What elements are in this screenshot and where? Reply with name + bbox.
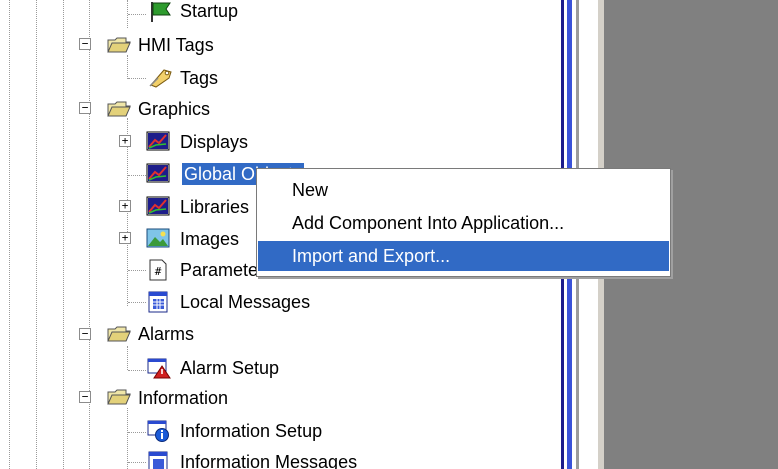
tree-connector (128, 78, 146, 79)
messages-icon (146, 451, 172, 469)
tree-item-information-setup[interactable]: Information Setup (180, 420, 322, 442)
folder-icon (106, 386, 132, 408)
tree-guide-line (127, 55, 128, 79)
startup-flag-icon (148, 0, 174, 22)
image-icon (146, 227, 172, 249)
folder-icon (106, 98, 132, 120)
info-icon (146, 420, 172, 442)
tree-connector (128, 14, 146, 15)
tree-guide-line (127, 408, 128, 469)
folder-icon (106, 34, 132, 56)
expand-images-toggle[interactable]: + (119, 232, 131, 244)
tree-item-startup[interactable]: Startup (180, 0, 238, 22)
menu-item-add-component[interactable]: Add Component Into Application... (258, 208, 669, 238)
tree-item-libraries[interactable]: Libraries (180, 196, 249, 218)
display-icon (146, 195, 172, 217)
display-icon (146, 130, 172, 152)
tree-item-images[interactable]: Images (180, 228, 239, 250)
tree-connector (128, 370, 146, 371)
tag-icon (148, 66, 174, 88)
display-icon (146, 162, 172, 184)
tree-item-hmi-tags[interactable]: HMI Tags (138, 34, 214, 56)
tree-item-information-messages[interactable]: Information Messages (180, 451, 357, 469)
parameter-icon: # (146, 259, 172, 281)
tree-connector (128, 270, 146, 271)
tree-guide-line (63, 0, 64, 469)
tree-item-graphics[interactable]: Graphics (138, 98, 210, 120)
tree-connector (128, 432, 146, 433)
context-menu: New Add Component Into Application... Im… (256, 168, 671, 277)
folder-icon (106, 323, 132, 345)
tree-guide-line (127, 346, 128, 370)
tree-connector (128, 175, 146, 176)
tree-item-local-messages[interactable]: Local Messages (180, 291, 310, 313)
collapse-alarms-toggle[interactable]: − (79, 328, 91, 340)
expand-displays-toggle[interactable]: + (119, 135, 131, 147)
tree-item-alarms[interactable]: Alarms (138, 323, 194, 345)
collapse-hmi-tags-toggle[interactable]: − (79, 38, 91, 50)
menu-item-import-export[interactable]: Import and Export... (258, 241, 669, 271)
collapse-information-toggle[interactable]: − (79, 391, 91, 403)
tree-guide-line (36, 0, 37, 469)
tree-item-tags[interactable]: Tags (180, 67, 218, 89)
tree-item-alarm-setup[interactable]: Alarm Setup (180, 357, 279, 379)
tree-item-displays[interactable]: Displays (180, 131, 248, 153)
collapse-graphics-toggle[interactable]: − (79, 102, 91, 114)
tree-guide-line (9, 0, 10, 469)
tree-item-information[interactable]: Information (138, 387, 228, 409)
svg-text:#: # (155, 265, 162, 278)
tree-connector (128, 462, 146, 463)
messages-icon (146, 291, 172, 313)
menu-item-new[interactable]: New (258, 175, 669, 205)
tree-connector (128, 302, 146, 303)
expand-libraries-toggle[interactable]: + (119, 200, 131, 212)
alarm-icon (146, 357, 172, 379)
